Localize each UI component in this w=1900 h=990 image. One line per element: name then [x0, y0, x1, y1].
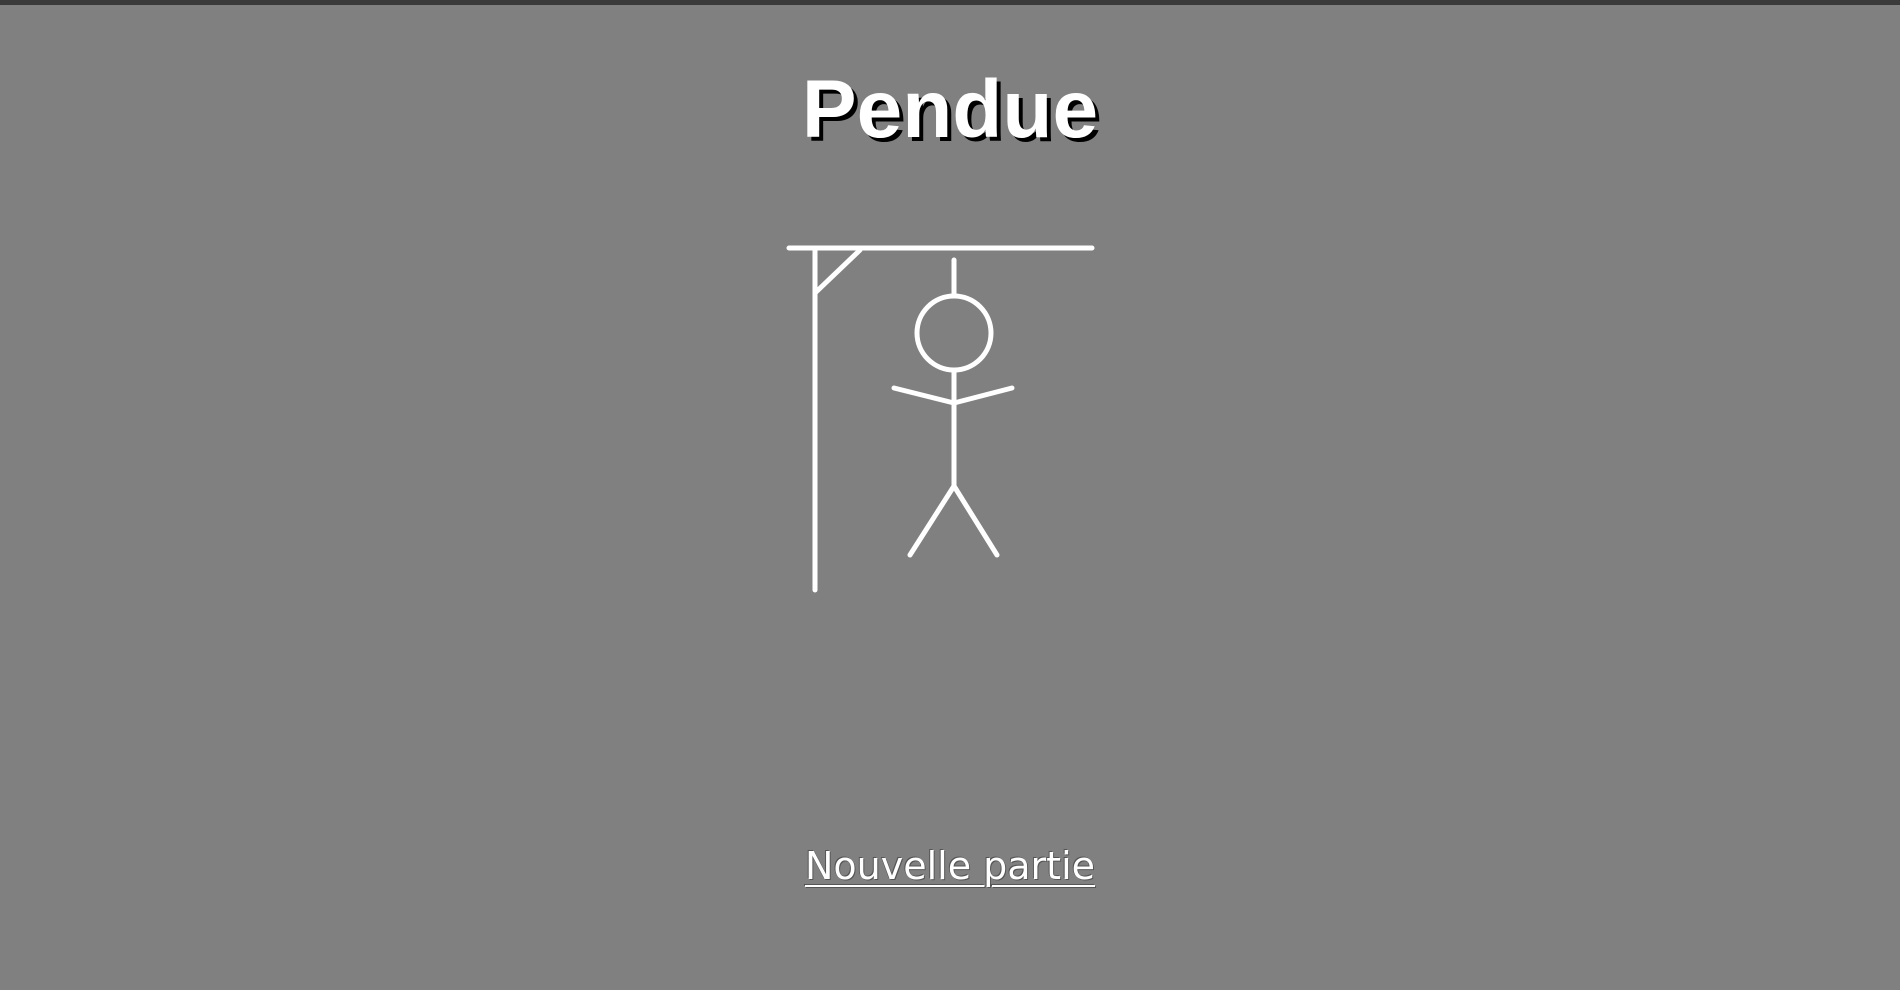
hangman-head — [914, 293, 994, 373]
gallows-brace — [812, 247, 863, 296]
new-game-container: Nouvelle partie — [0, 838, 1900, 894]
hangman-left-arm — [891, 385, 957, 406]
new-game-link[interactable]: Nouvelle partie — [805, 844, 1095, 888]
hangman-right-arm — [951, 385, 1015, 406]
hangman-right-leg — [951, 483, 1000, 558]
hangman-left-leg — [907, 483, 957, 558]
